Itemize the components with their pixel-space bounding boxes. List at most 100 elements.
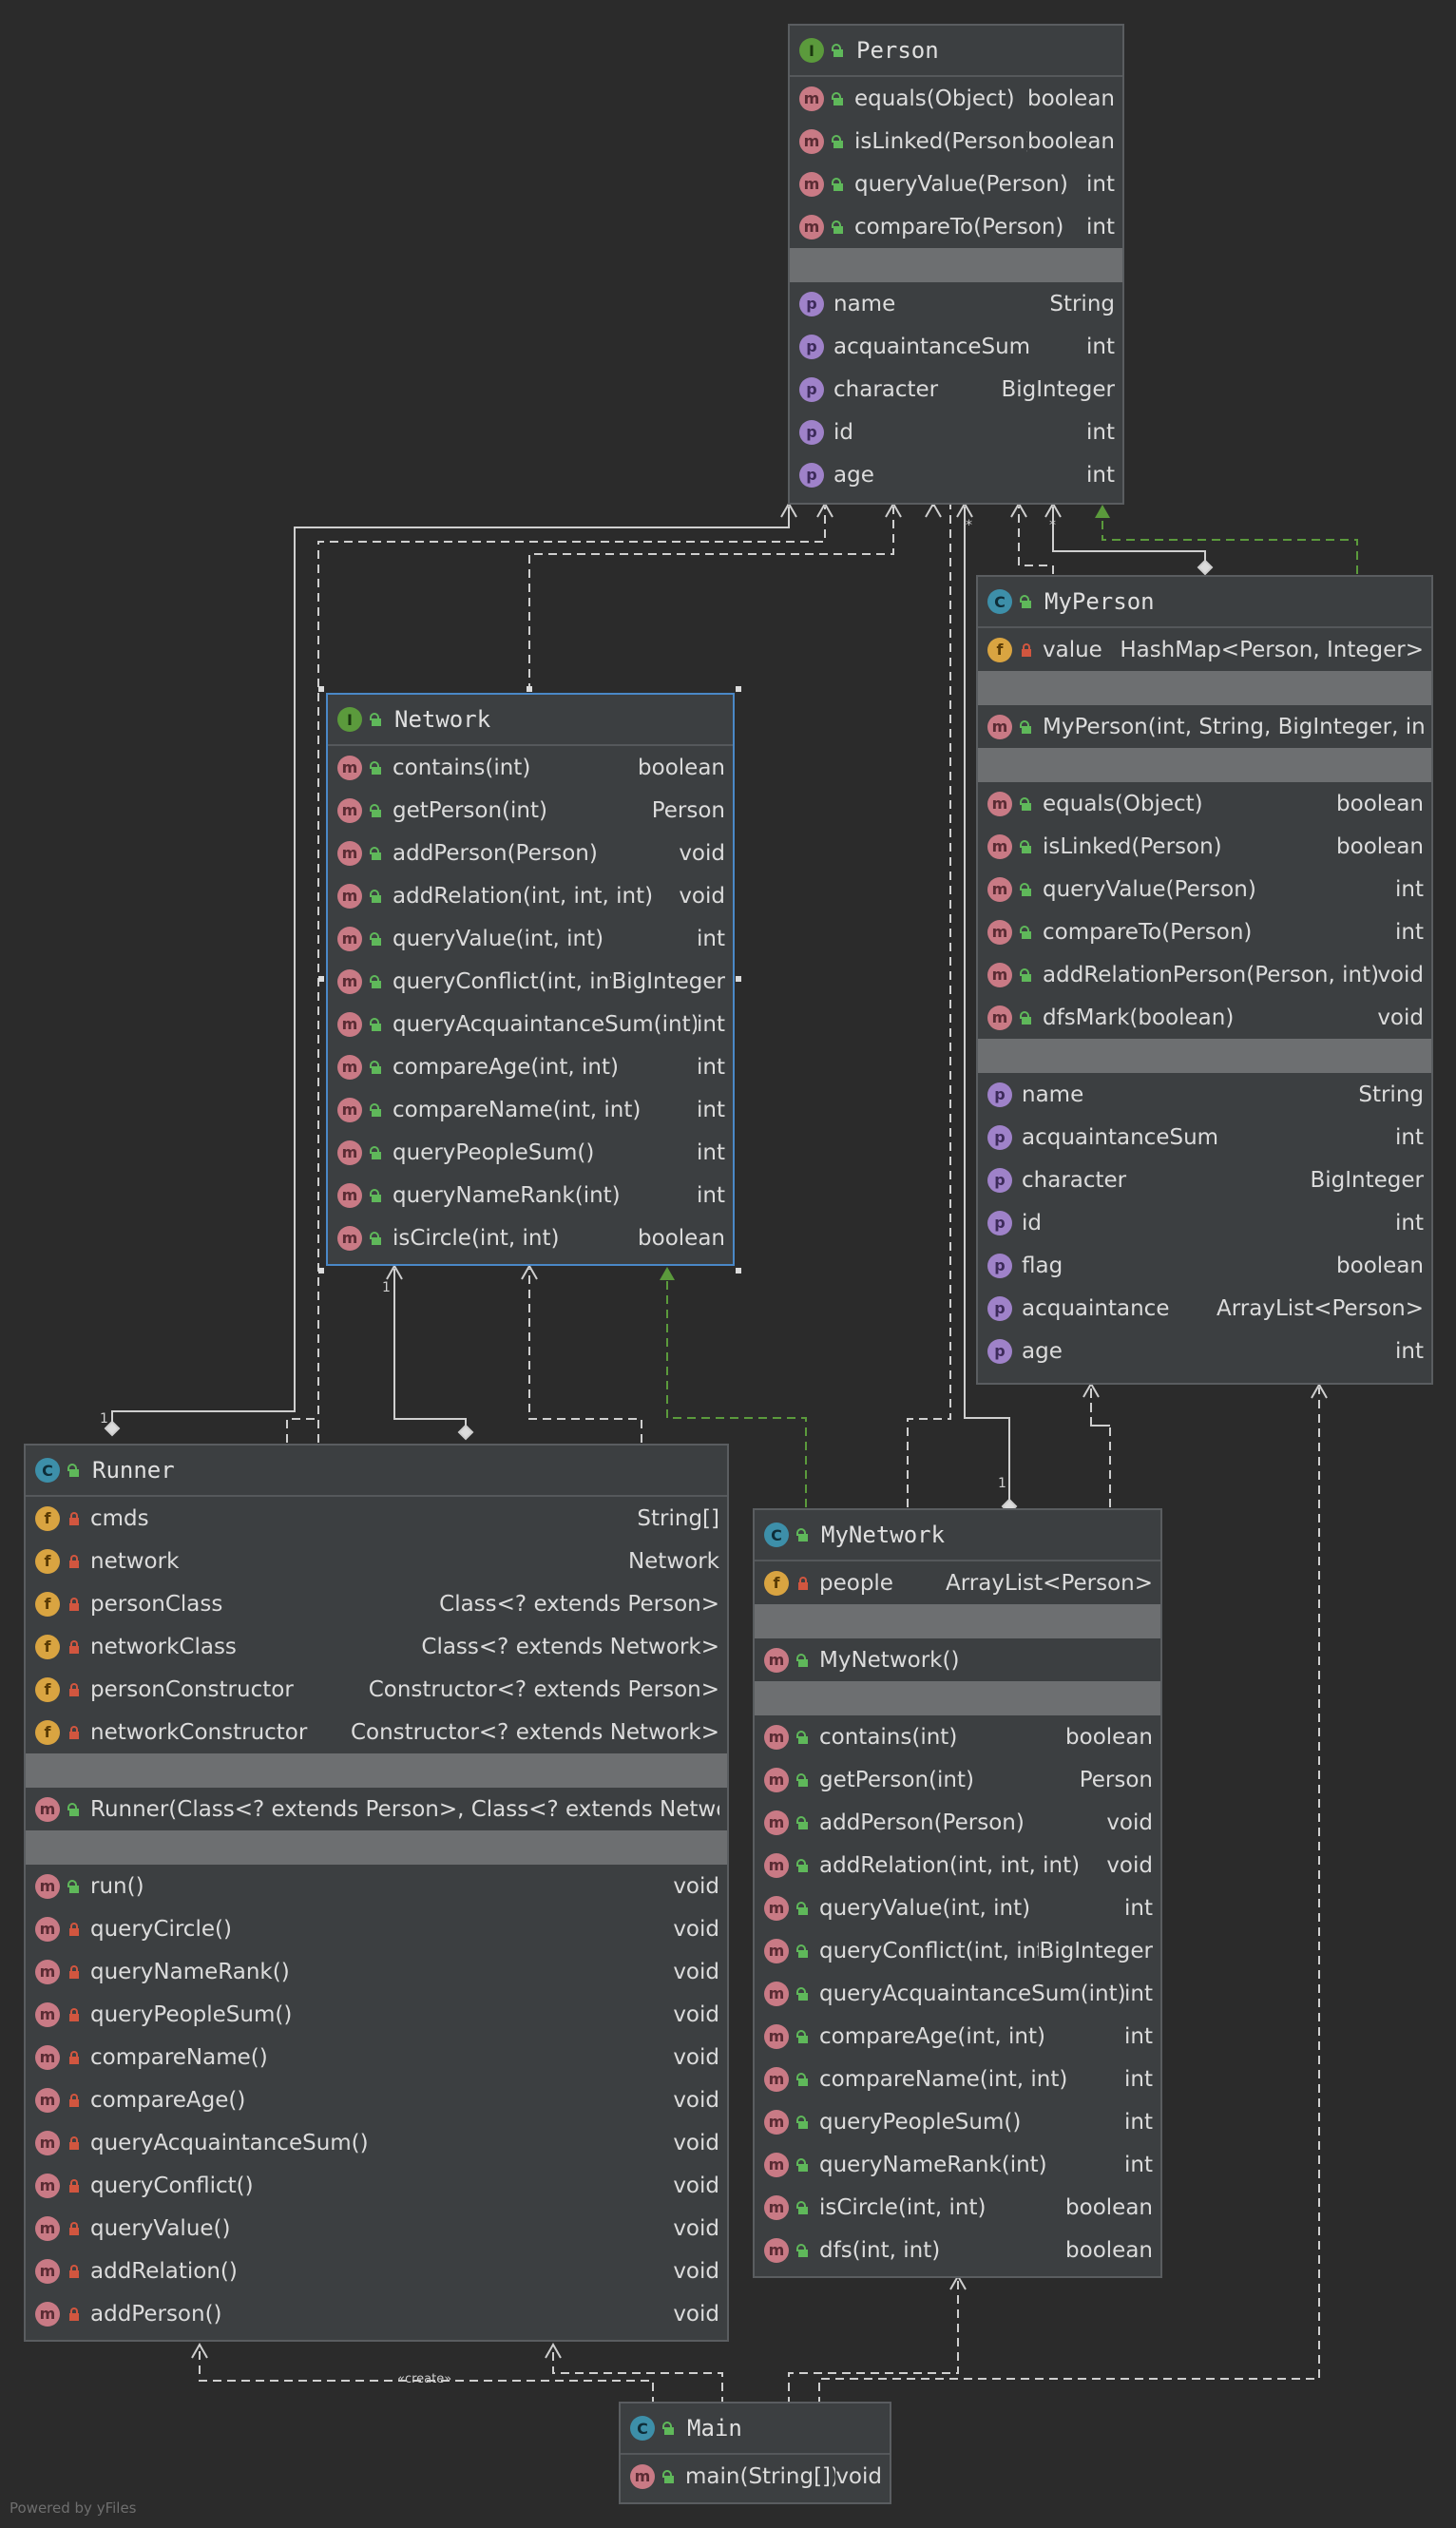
selection-handle[interactable]: [527, 686, 532, 692]
method-row[interactable]: m queryPeopleSum() int: [328, 1131, 733, 1174]
main-class-node[interactable]: C Main m main(String[]) void: [619, 2402, 891, 2504]
method-row[interactable]: m addRelationPerson(Person, int) void: [978, 953, 1431, 996]
property-row[interactable]: p acquaintance ArrayList<Person>: [978, 1287, 1431, 1330]
method-row[interactable]: m contains(int) boolean: [328, 746, 733, 789]
method-row[interactable]: m compareAge(int, int) int: [328, 1045, 733, 1088]
member-name: networkConstructor: [90, 1719, 308, 1745]
method-row[interactable]: m queryValue() void: [26, 2207, 727, 2250]
property-row[interactable]: p id int: [978, 1201, 1431, 1244]
member-type: boolean: [1027, 128, 1115, 154]
member-name: queryValue(int, int): [393, 926, 604, 951]
method-row[interactable]: m dfsMark(boolean) void: [978, 996, 1431, 1039]
method-row[interactable]: m queryNameRank() void: [26, 1950, 727, 1993]
method-row[interactable]: m addPerson(Person) void: [328, 832, 733, 874]
method-row[interactable]: m isLinked(Person) boolean: [790, 120, 1122, 163]
method-row[interactable]: m run() void: [26, 1865, 727, 1907]
methods-section: m run() void m queryCircle() void m queryNameRa…: [26, 1865, 727, 2335]
property-row[interactable]: p acquaintanceSum int: [790, 325, 1122, 368]
field-row[interactable]: f people ArrayList<Person>: [755, 1561, 1160, 1604]
method-row[interactable]: m queryPeopleSum() int: [755, 2100, 1160, 2143]
field-row[interactable]: f value HashMap<Person, Integer>: [978, 628, 1431, 671]
method-row[interactable]: m isCircle(int, int) boolean: [755, 2186, 1160, 2229]
member-type: Constructor<? extends Network>: [350, 1719, 719, 1745]
property-row[interactable]: p name String: [978, 1073, 1431, 1116]
method-row[interactable]: m compareAge() void: [26, 2078, 727, 2121]
property-row[interactable]: p character BigInteger: [978, 1159, 1431, 1201]
field-row[interactable]: f networkClass Class<? extends Network>: [26, 1625, 727, 1668]
selection-handle[interactable]: [318, 976, 324, 982]
field-row[interactable]: f personClass Class<? extends Person>: [26, 1582, 727, 1625]
member-type: void: [679, 883, 725, 909]
method-row[interactable]: m queryConflict() void: [26, 2164, 727, 2207]
method-row[interactable]: m addRelation(int, int, int) void: [328, 874, 733, 917]
method-row[interactable]: m compareName(int, int) int: [755, 2058, 1160, 2100]
public-icon: [832, 177, 845, 191]
selection-handle[interactable]: [736, 686, 741, 692]
method-row[interactable]: m compareTo(Person) int: [978, 910, 1431, 953]
method-row[interactable]: m compareAge(int, int) int: [755, 2015, 1160, 2058]
selection-handle[interactable]: [736, 976, 741, 982]
field-row[interactable]: f networkConstructor Constructor<? extends…: [26, 1711, 727, 1753]
method-row[interactable]: m queryValue(Person) int: [790, 163, 1122, 205]
method-row[interactable]: m queryNameRank(int) int: [755, 2143, 1160, 2186]
property-row[interactable]: p age int: [790, 453, 1122, 496]
multiplicity-label: *: [966, 518, 972, 533]
method-row[interactable]: m queryValue(int, int) int: [328, 917, 733, 960]
method-row[interactable]: m equals(Object) boolean: [978, 782, 1431, 825]
field-row[interactable]: f network Network: [26, 1540, 727, 1582]
property-icon: p: [799, 462, 824, 488]
method-row[interactable]: m Runner(Class<? extends Person>, Class<?…: [26, 1788, 727, 1830]
method-row[interactable]: m addPerson(Person) void: [755, 1801, 1160, 1844]
person-interface-node[interactable]: I Person m equals(Object) boolean m isLinked…: [788, 24, 1124, 505]
method-row[interactable]: m queryValue(int, int) int: [755, 1886, 1160, 1929]
method-row[interactable]: m MyNetwork(): [755, 1638, 1160, 1681]
member-name: dfsMark(boolean): [1043, 1005, 1235, 1030]
member-name: queryAcquaintanceSum(int): [393, 1011, 697, 1037]
runner-class-node[interactable]: C Runner f cmds String[] f network Network f pe…: [24, 1444, 729, 2342]
method-row[interactable]: m queryConflict(int, int) BigInteger: [328, 960, 733, 1003]
method-row[interactable]: m main(String[]) void: [621, 2455, 890, 2498]
method-row[interactable]: m isCircle(int, int) boolean: [328, 1216, 733, 1259]
method-row[interactable]: m getPerson(int) Person: [328, 789, 733, 832]
method-row[interactable]: m compareTo(Person) int: [790, 205, 1122, 248]
property-row[interactable]: p flag boolean: [978, 1244, 1431, 1287]
method-row[interactable]: m queryCircle() void: [26, 1907, 727, 1950]
multiplicity-label: 1: [382, 1280, 391, 1295]
method-row[interactable]: m addRelation() void: [26, 2250, 727, 2292]
member-name: queryValue(Person): [1043, 876, 1256, 902]
method-row[interactable]: m isLinked(Person) boolean: [978, 825, 1431, 868]
field-row[interactable]: f cmds String[]: [26, 1497, 727, 1540]
method-icon: m: [35, 2258, 60, 2284]
method-row[interactable]: m dfs(int, int) boolean: [755, 2229, 1160, 2271]
selection-handle[interactable]: [318, 686, 324, 692]
method-row[interactable]: m compareName(int, int) int: [328, 1088, 733, 1131]
method-row[interactable]: m MyPerson(int, String, BigInteger, int): [978, 705, 1431, 748]
selection-handle[interactable]: [736, 1268, 741, 1274]
method-row[interactable]: m addPerson() void: [26, 2292, 727, 2335]
mynetwork-class-node[interactable]: C MyNetwork f people ArrayList<Person> m My…: [753, 1508, 1162, 2278]
property-icon: p: [987, 1338, 1012, 1364]
method-row[interactable]: m queryAcquaintanceSum() void: [26, 2121, 727, 2164]
property-icon: p: [799, 334, 824, 359]
property-row[interactable]: p character BigInteger: [790, 368, 1122, 411]
method-row[interactable]: m equals(Object) boolean: [790, 77, 1122, 120]
method-row[interactable]: m queryValue(Person) int: [978, 868, 1431, 910]
network-interface-node[interactable]: I Network m contains(int) boolean m getPerso…: [326, 693, 735, 1266]
field-row[interactable]: f personConstructor Constructor<? extends …: [26, 1668, 727, 1711]
method-row[interactable]: m queryNameRank(int) int: [328, 1174, 733, 1216]
method-row[interactable]: m queryAcquaintanceSum(int) int: [328, 1003, 733, 1045]
method-row[interactable]: m addRelation(int, int, int) void: [755, 1844, 1160, 1886]
method-row[interactable]: m contains(int) boolean: [755, 1715, 1160, 1758]
method-row[interactable]: m queryPeopleSum() void: [26, 1993, 727, 2036]
method-row[interactable]: m getPerson(int) Person: [755, 1758, 1160, 1801]
property-row[interactable]: p name String: [790, 282, 1122, 325]
public-icon: [796, 1815, 810, 1829]
method-row[interactable]: m compareName() void: [26, 2036, 727, 2078]
method-row[interactable]: m queryAcquaintanceSum(int) int: [755, 1972, 1160, 2015]
selection-handle[interactable]: [318, 1268, 324, 1274]
property-row[interactable]: p acquaintanceSum int: [978, 1116, 1431, 1159]
property-row[interactable]: p id int: [790, 411, 1122, 453]
property-row[interactable]: p age int: [978, 1330, 1431, 1372]
myperson-class-node[interactable]: C MyPerson f value HashMap<Person, Integer…: [976, 575, 1433, 1385]
method-row[interactable]: m queryConflict(int, int) BigInteger: [755, 1929, 1160, 1972]
